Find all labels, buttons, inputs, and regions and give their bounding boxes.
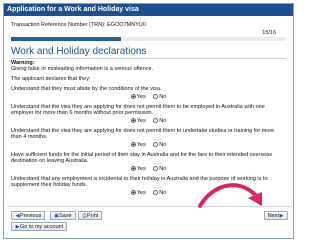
no-label: No: [159, 93, 167, 100]
radio-no[interactable]: [153, 189, 159, 195]
next-label: Next: [267, 213, 279, 219]
no-label: No: [159, 117, 167, 124]
pointer-arrow-icon: [198, 183, 262, 208]
account-button[interactable]: ▶Go to my account: [11, 222, 68, 231]
question-text: Have sufficient funds for the initial pe…: [11, 151, 272, 165]
progress-fill: [11, 37, 121, 41]
radio-yes[interactable]: [130, 141, 136, 147]
yes-label: Yes: [136, 93, 146, 100]
arrow-curve: [198, 183, 260, 208]
account-label: Go to my account: [20, 224, 64, 230]
question-1: Understand that they must abide by the c…: [11, 86, 286, 100]
yes-label: Yes: [136, 189, 146, 196]
question-4: Have sufficient funds for the initial pe…: [11, 152, 286, 172]
radio-no[interactable]: [153, 165, 159, 171]
radio-no[interactable]: [153, 141, 159, 147]
answer-options: Yes No: [11, 166, 286, 172]
chevron-right-icon: ▶: [279, 213, 284, 219]
radio-no[interactable]: [153, 93, 159, 99]
next-button[interactable]: Next▶: [263, 211, 288, 220]
no-label: No: [159, 165, 167, 172]
divider: [11, 58, 286, 59]
print-button[interactable]: ⎙Print: [78, 211, 103, 220]
radio-yes[interactable]: [130, 93, 136, 99]
save-button[interactable]: ▣Save: [50, 211, 76, 220]
yes-option[interactable]: Yes: [130, 117, 146, 124]
answer-options: Yes No: [11, 94, 286, 100]
yes-option[interactable]: Yes: [130, 189, 146, 196]
no-option[interactable]: No: [153, 142, 166, 148]
yes-option[interactable]: Yes: [130, 165, 146, 172]
progress-bar: [11, 37, 286, 41]
question-text: Understand that the visa they are applyi…: [11, 103, 265, 117]
window-title: Application for a Work and Holiday visa: [4, 4, 293, 16]
yes-option[interactable]: Yes: [130, 93, 146, 100]
previous-button[interactable]: ◀Previous: [11, 211, 46, 220]
warning-text: Giving false or misleading information i…: [11, 66, 154, 72]
no-option[interactable]: No: [153, 94, 166, 100]
yes-option[interactable]: Yes: [130, 141, 146, 148]
question-text: Understand that the visa they are applyi…: [11, 127, 275, 141]
radio-yes[interactable]: [130, 117, 136, 123]
previous-label: Previous: [20, 213, 42, 219]
yes-label: Yes: [136, 117, 146, 124]
radio-yes[interactable]: [130, 189, 136, 195]
radio-no[interactable]: [153, 117, 159, 123]
answer-options: Yes No: [11, 118, 286, 124]
no-label: No: [159, 141, 167, 148]
progress-area: 15/16: [11, 28, 286, 41]
question-2: Understand that the visa they are applyi…: [11, 104, 286, 124]
radio-yes[interactable]: [130, 165, 136, 171]
answer-options: Yes No: [11, 142, 286, 148]
no-option[interactable]: No: [153, 166, 166, 172]
question-3: Understand that the visa they are applyi…: [11, 128, 286, 148]
progress-label: 15/16: [262, 30, 276, 36]
question-text: Understand that they must abide by the c…: [11, 86, 162, 92]
print-label: Print: [87, 213, 99, 219]
no-option[interactable]: No: [153, 190, 166, 196]
form-content: Transaction Reference Number (TRN): EGOO…: [4, 16, 293, 196]
page-title: Work and Holiday declarations: [11, 46, 147, 57]
yes-label: Yes: [136, 141, 146, 148]
save-label: Save: [59, 213, 72, 219]
yes-label: Yes: [136, 165, 146, 172]
no-label: No: [159, 189, 167, 196]
no-option[interactable]: No: [153, 118, 166, 124]
declares-text: The applicant declares that they:: [11, 76, 91, 82]
